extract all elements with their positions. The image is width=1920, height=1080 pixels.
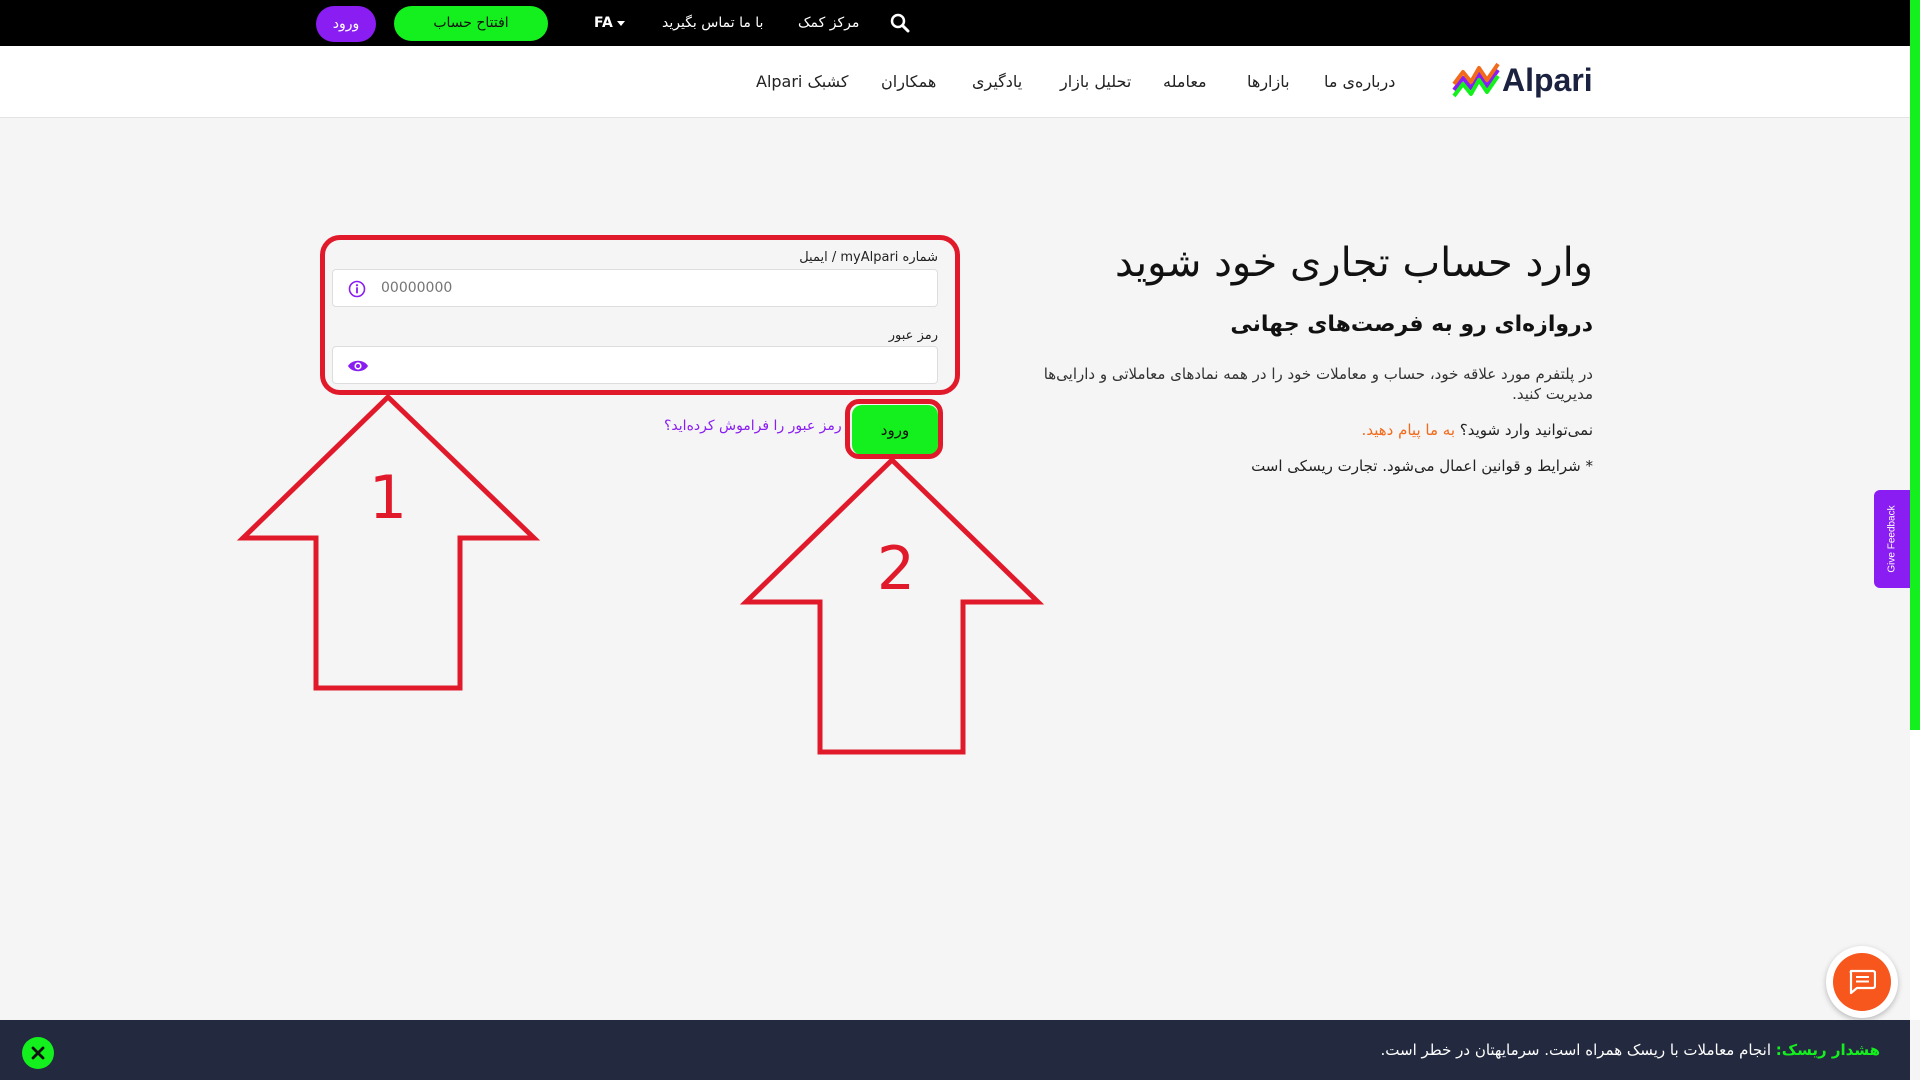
- give-feedback-label: Give Feedback: [1886, 505, 1898, 573]
- annotation-number-1: 1: [369, 463, 407, 533]
- annotation-arrows: 1 2: [236, 393, 1045, 755]
- nav-item-partners[interactable]: همکاران: [881, 46, 936, 118]
- page-description: در پلتفرم مورد علاقه خود، حساب و معاملات…: [1043, 365, 1593, 403]
- chat-button[interactable]: [1826, 946, 1898, 1018]
- contact-us-link[interactable]: با ما تماس بگیرید: [662, 0, 763, 46]
- search-icon[interactable]: [890, 13, 910, 33]
- risk-warning-text: هشدار ریسک: انجام معاملات با ریسک همراه …: [1381, 1020, 1881, 1080]
- risk-warning-bar: هشدار ریسک: انجام معاملات با ریسک همراه …: [0, 1020, 1910, 1080]
- cant-login-prefix: نمی‌توانید وارد شوید؟: [1459, 421, 1593, 439]
- logo-mark-icon: [1452, 62, 1500, 98]
- alpari-logo[interactable]: Alpari: [1452, 60, 1597, 106]
- close-risk-warning-button[interactable]: [22, 1037, 54, 1069]
- annotation-number-2: 2: [877, 534, 915, 604]
- nav-item-trading[interactable]: معامله: [1163, 46, 1207, 118]
- risk-warning-label: هشدار ریسک:: [1775, 1041, 1880, 1059]
- page-title: وارد حساب تجاری خود شوید: [1115, 240, 1593, 286]
- brand-name: Alpari: [1502, 62, 1593, 98]
- annotation-box-login-button: [845, 399, 943, 459]
- top-login-button[interactable]: ورود: [316, 6, 376, 42]
- annotation-box-form: [320, 235, 960, 395]
- annotation-arrow-1: [236, 393, 541, 691]
- nav-item-markets[interactable]: بازارها: [1247, 46, 1290, 118]
- give-feedback-tab[interactable]: Give Feedback: [1874, 490, 1910, 588]
- cant-login-text: نمی‌توانید وارد شوید؟ به ما پیام دهید.: [1362, 421, 1593, 439]
- language-selector[interactable]: FA: [594, 0, 625, 46]
- message-us-link[interactable]: به ما پیام دهید.: [1362, 421, 1455, 439]
- green-accent-bar: [1910, 0, 1920, 730]
- nav-item-cashback[interactable]: کشبک Alpari: [756, 46, 849, 118]
- chat-button-inner: [1833, 953, 1891, 1011]
- nav-item-education[interactable]: یادگیری: [972, 46, 1022, 118]
- forgot-password-link[interactable]: رمز عبور را فراموش کرده‌اید؟: [664, 418, 842, 434]
- terms-note: * شرایط و قوانین اعمال می‌شود. تجارت ریس…: [1251, 457, 1593, 475]
- chat-icon: [1849, 969, 1876, 995]
- open-account-button[interactable]: افتتاح حساب: [394, 6, 548, 41]
- nav-item-analysis[interactable]: تحلیل بازار: [1060, 46, 1131, 118]
- help-center-link[interactable]: مرکز کمک: [798, 0, 859, 46]
- nav-item-about[interactable]: درباره‌ی ما: [1324, 46, 1395, 118]
- main-navbar: درباره‌ی ما بازارها معامله تحلیل بازار ی…: [0, 46, 1910, 118]
- scroll-strip: [1910, 730, 1920, 1020]
- language-label: FA: [594, 15, 613, 31]
- page-subtitle: دروازه‌ای رو به فرصت‌های جهانی: [1230, 312, 1593, 337]
- risk-warning-message: انجام معاملات با ریسک همراه است. سرمایهت…: [1380, 1041, 1772, 1059]
- caret-down-icon: [616, 20, 625, 26]
- annotation-arrow-2: [739, 456, 1045, 755]
- close-icon: [31, 1046, 45, 1060]
- top-bar: ورود افتتاح حساب FA با ما تماس بگیرید مر…: [0, 0, 1910, 46]
